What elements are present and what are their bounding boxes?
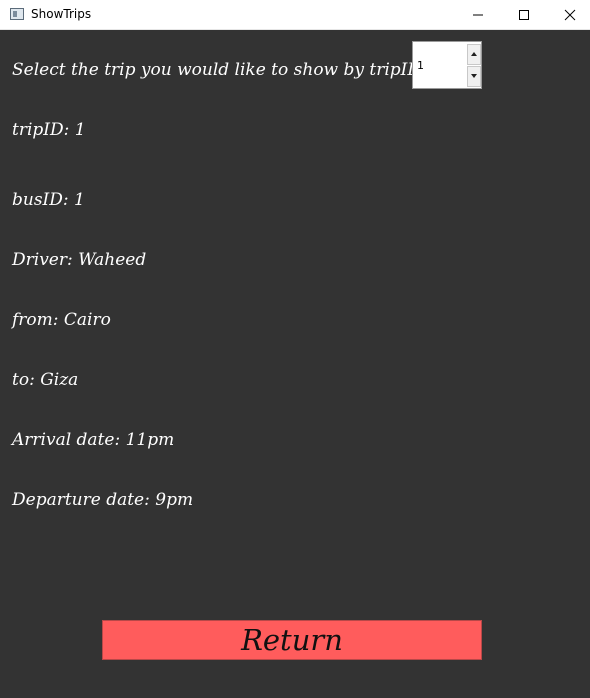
to-label: to: Giza xyxy=(12,370,79,390)
spin-up-button[interactable] xyxy=(467,44,481,65)
arrow-down-icon xyxy=(471,74,477,78)
maximize-icon xyxy=(519,10,529,20)
close-icon xyxy=(564,9,576,21)
driver-label: Driver: Waheed xyxy=(12,250,147,270)
departure-date-label: Departure date: 9pm xyxy=(12,490,194,510)
window-title: ShowTrips xyxy=(31,7,92,21)
arrival-date-label: Arrival date: 11pm xyxy=(12,430,175,450)
minimize-icon xyxy=(473,14,483,16)
spin-down-button[interactable] xyxy=(467,66,481,87)
minimize-button[interactable] xyxy=(455,0,501,29)
trip-id-label: tripID: 1 xyxy=(12,120,86,140)
trip-select-prompt: Select the trip you would like to show b… xyxy=(12,60,422,80)
close-button[interactable] xyxy=(547,0,590,29)
title-bar[interactable]: ShowTrips xyxy=(0,0,590,30)
app-window-icon xyxy=(10,8,24,20)
bus-id-label: busID: 1 xyxy=(12,190,85,210)
tripid-spinbox[interactable]: 1 xyxy=(412,41,482,89)
content-area: Select the trip you would like to show b… xyxy=(0,30,590,698)
from-label: from: Cairo xyxy=(12,310,111,330)
maximize-button[interactable] xyxy=(501,0,547,29)
return-button[interactable]: Return xyxy=(102,620,482,660)
arrow-up-icon xyxy=(471,52,477,56)
tripid-spinbox-value[interactable]: 1 xyxy=(417,59,424,72)
show-trips-window: ShowTrips Select the trip you would like… xyxy=(0,0,590,698)
